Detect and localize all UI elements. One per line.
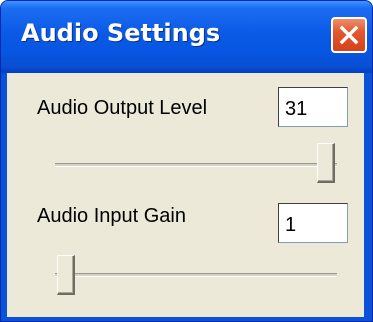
- input-gain-slider-thumb[interactable]: [57, 255, 75, 295]
- output-level-input[interactable]: [278, 87, 348, 127]
- output-level-label: Audio Output Level: [37, 97, 208, 119]
- client-area: Audio Output Level Audio Input Gain: [7, 73, 364, 317]
- audio-settings-window: Audio Settings Audio Output Level Audio …: [0, 0, 373, 322]
- input-gain-slider-track[interactable]: [55, 273, 337, 277]
- output-level-slider-thumb[interactable]: [317, 143, 335, 183]
- output-level-slider-track[interactable]: [55, 163, 337, 167]
- title-bar[interactable]: Audio Settings: [1, 1, 372, 73]
- close-button[interactable]: [331, 17, 367, 53]
- input-gain-input[interactable]: [278, 203, 348, 243]
- close-x-icon: [339, 25, 359, 45]
- input-gain-label: Audio Input Gain: [37, 205, 186, 227]
- window-title: Audio Settings: [21, 19, 221, 47]
